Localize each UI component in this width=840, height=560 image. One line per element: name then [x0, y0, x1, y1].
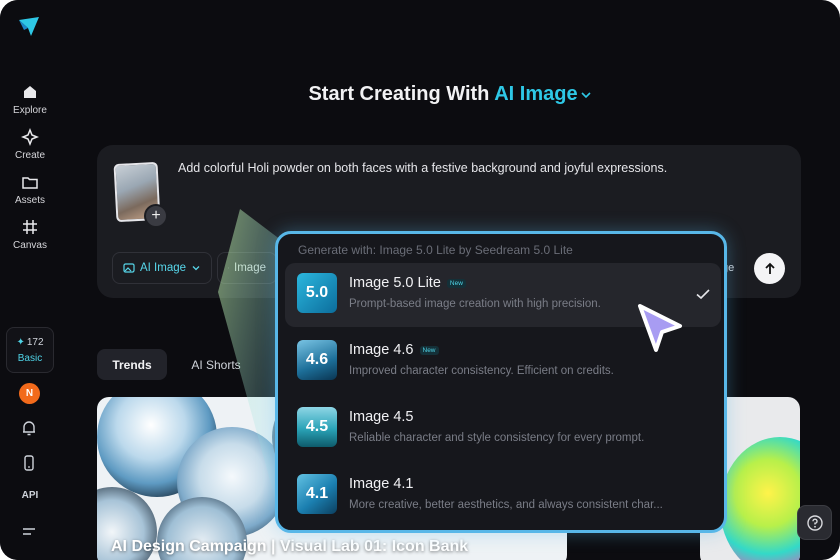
model-description: Prompt-based image creation with high pr…: [349, 298, 601, 310]
model-dropdown: Generate with: Image 5.0 Lite by Seedrea…: [275, 231, 727, 533]
model-name: Image 5.0 Lite: [349, 275, 441, 291]
tab-ai-shorts[interactable]: AI Shorts: [180, 349, 252, 380]
chevron-down-icon: [192, 266, 200, 271]
model-name: Image 4.1: [349, 476, 414, 492]
model-name-row: Image 4.6 New: [349, 342, 439, 358]
menu-icon[interactable]: [20, 523, 38, 541]
bell-icon[interactable]: [20, 419, 38, 437]
model-chip[interactable]: Image: [217, 252, 277, 284]
decorative-blob: [720, 437, 800, 560]
send-button[interactable]: [754, 253, 785, 284]
sidebar-item-explore[interactable]: Explore: [0, 83, 60, 116]
page-title: Start Creating With AI Image: [200, 83, 700, 106]
model-name-row: Image 4.5: [349, 409, 414, 425]
model-type-selector[interactable]: AI Image: [494, 83, 591, 105]
thumbnail-label: 4.6: [305, 351, 329, 368]
model-name-row: Image 5.0 Lite New: [349, 275, 466, 291]
spark-icon: ✦: [16, 336, 25, 348]
model-description: Improved character consistency. Efficien…: [349, 365, 614, 377]
sidebar-item-assets[interactable]: Assets: [0, 173, 60, 206]
canvas-grid-icon: [23, 220, 37, 234]
prompt-input[interactable]: Add colorful Holi powder on both faces w…: [178, 161, 778, 175]
mobile-icon[interactable]: [20, 454, 38, 472]
model-description: More creative, better aesthetics, and al…: [349, 499, 663, 511]
help-button[interactable]: [797, 505, 832, 540]
model-option-image-4-1[interactable]: 4.1 Image 4.1 More creative, better aest…: [285, 464, 721, 528]
model-thumbnail: 5.0: [297, 273, 337, 313]
add-image-button[interactable]: +: [144, 204, 168, 228]
sidebar-item-label: Assets: [14, 195, 45, 206]
model-name-row: Image 4.1: [349, 476, 414, 492]
sidebar: Explore Create Assets Canvas ✦ 172 Basic…: [0, 0, 60, 560]
image-icon: [123, 263, 135, 273]
mode-chip-label: AI Image: [140, 262, 187, 274]
thumbnail-label: 4.5: [305, 418, 329, 435]
plus-icon: +: [151, 207, 161, 224]
sidebar-item-label: Create: [14, 150, 45, 161]
plan-label: Basic: [17, 352, 43, 364]
model-chip-label: Image: [234, 262, 266, 274]
api-link[interactable]: API: [0, 490, 60, 501]
model-name: Image 4.6: [349, 342, 414, 358]
mode-chip[interactable]: AI Image: [112, 252, 212, 284]
dropdown-header: Generate with: Image 5.0 Lite by Seedrea…: [298, 243, 573, 257]
credits-value: 172: [26, 336, 44, 348]
sparkle-icon: [21, 128, 39, 146]
cube-icon: [228, 267, 229, 269]
folder-icon: [22, 177, 38, 189]
credits-count: ✦ 172: [16, 337, 43, 348]
model-thumbnail: 4.5: [297, 407, 337, 447]
arrow-up-icon: [764, 262, 775, 274]
avatar[interactable]: N: [19, 383, 40, 404]
sidebar-item-canvas[interactable]: Canvas: [0, 218, 60, 251]
new-badge: New: [419, 345, 439, 355]
sidebar-item-label: Explore: [13, 105, 47, 116]
model-type-label: AI Image: [494, 83, 578, 105]
model-description: Reliable character and style consistency…: [349, 432, 645, 444]
thumbnail-label: 4.1: [305, 485, 329, 502]
tab-trends[interactable]: Trends: [97, 349, 167, 380]
new-badge: New: [446, 278, 466, 288]
model-thumbnail: 4.6: [297, 340, 337, 380]
model-thumbnail: 4.1: [297, 474, 337, 514]
credits-badge[interactable]: ✦ 172 Basic: [6, 327, 54, 373]
logo-icon[interactable]: [16, 14, 42, 40]
home-icon: [24, 86, 36, 98]
model-name: Image 4.5: [349, 409, 414, 425]
title-prefix: Start Creating With: [308, 83, 495, 105]
app-window: Explore Create Assets Canvas ✦ 172 Basic…: [0, 0, 840, 560]
help-icon: [806, 514, 823, 531]
sidebar-item-label: Canvas: [13, 240, 47, 251]
pointer-cursor-icon: [638, 304, 682, 352]
check-icon: [696, 289, 710, 300]
model-option-image-4-5[interactable]: 4.5 Image 4.5 Reliable character and sty…: [285, 397, 721, 461]
feed-card-title: AI Design Campaign | Visual Lab 01: Icon…: [111, 538, 469, 555]
chevron-down-icon: [580, 92, 591, 98]
thumbnail-label: 5.0: [305, 284, 329, 301]
sidebar-item-create[interactable]: Create: [0, 128, 60, 161]
